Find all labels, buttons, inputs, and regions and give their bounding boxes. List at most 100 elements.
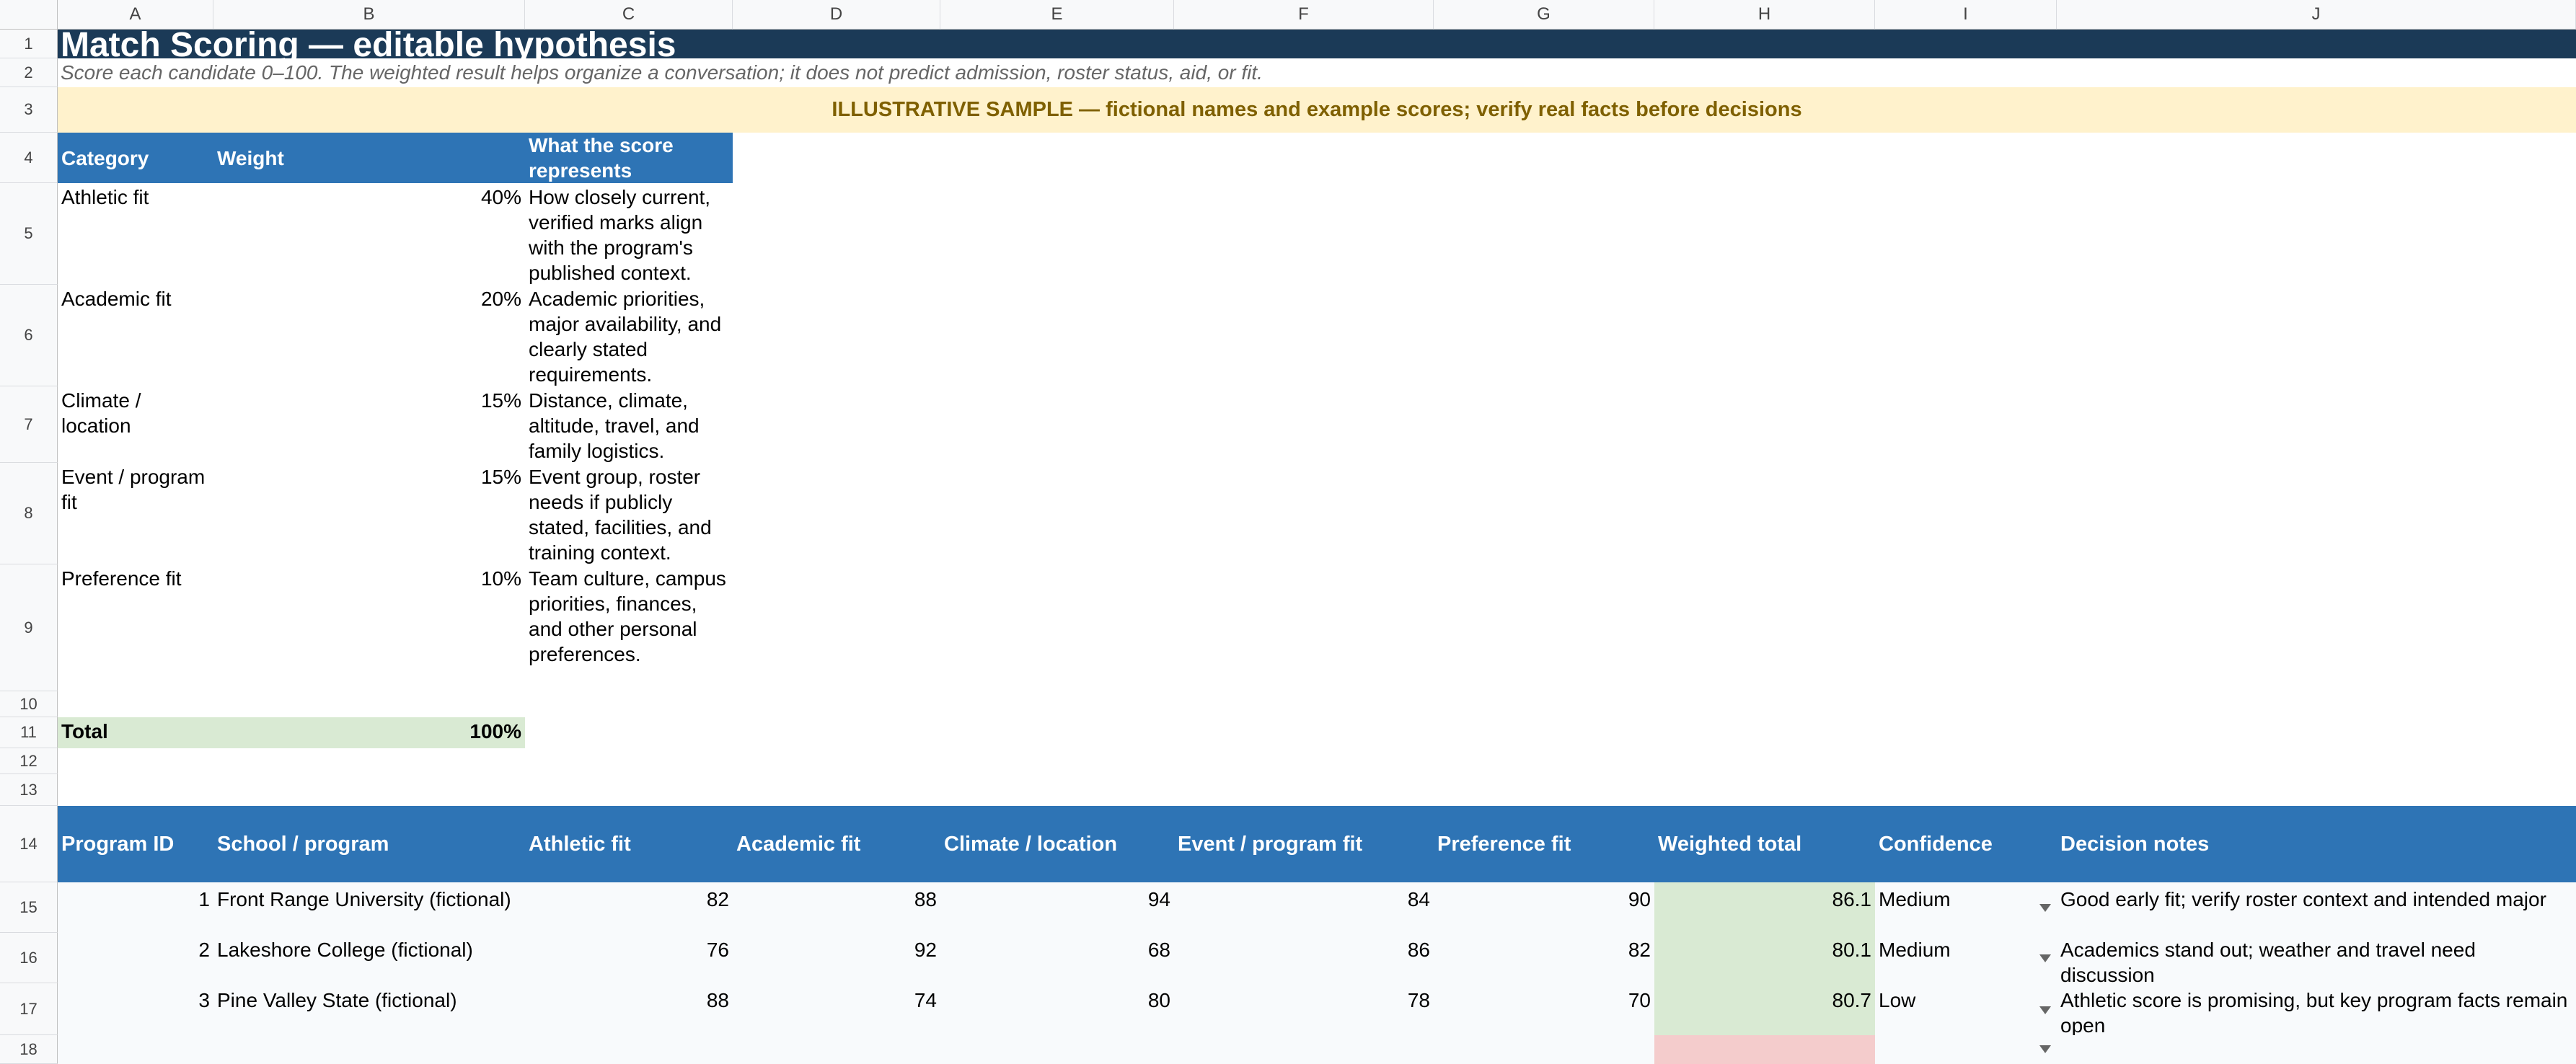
score-3-climate[interactable]: 80: [940, 983, 1174, 1035]
score-1-event[interactable]: 84: [1174, 882, 1434, 933]
score-3-event[interactable]: 78: [1174, 983, 1434, 1035]
column-header-i[interactable]: I: [1875, 0, 2057, 30]
score-1-notes[interactable]: Good early fit; verify roster context an…: [2057, 882, 2576, 933]
row-header-16[interactable]: 16: [0, 933, 58, 983]
weight-desc-academic[interactable]: Academic priorities, major availability,…: [525, 285, 733, 386]
weight-desc-athletic[interactable]: How closely current, verified marks alig…: [525, 183, 733, 285]
column-header-b[interactable]: B: [213, 0, 525, 30]
weight-value-climate[interactable]: 15%: [213, 386, 525, 463]
score-2-confidence[interactable]: Medium: [1875, 933, 2057, 983]
weight-category-preference[interactable]: Preference fit: [58, 564, 213, 691]
score-2-weighted-total[interactable]: 80.1: [1654, 933, 1875, 983]
row-header-5[interactable]: 5: [0, 183, 58, 285]
score-3-confidence[interactable]: Low: [1875, 983, 2057, 1035]
scores-header-academic[interactable]: Academic fit: [733, 806, 940, 882]
score-1-weighted-total[interactable]: 86.1: [1654, 882, 1875, 933]
score-1-id[interactable]: 1: [58, 882, 213, 933]
weight-value-preference[interactable]: 10%: [213, 564, 525, 691]
score-3-weighted-total[interactable]: 80.7: [1654, 983, 1875, 1035]
score-3-id[interactable]: 3: [58, 983, 213, 1035]
score-1-academic[interactable]: 88: [733, 882, 940, 933]
score-1-confidence[interactable]: Medium: [1875, 882, 2057, 933]
select-all-corner[interactable]: [0, 0, 58, 30]
dropdown-arrow-icon[interactable]: [2039, 954, 2051, 962]
row-header-15[interactable]: 15: [0, 882, 58, 933]
weight-value-academic[interactable]: 20%: [213, 285, 525, 386]
weight-category-event[interactable]: Event / program fit: [58, 463, 213, 564]
weight-value-event[interactable]: 15%: [213, 463, 525, 564]
scores-header-program-id[interactable]: Program ID: [58, 806, 213, 882]
row-header-4[interactable]: 4: [0, 133, 58, 183]
weight-value-athletic[interactable]: 40%: [213, 183, 525, 285]
weights-header-description[interactable]: What the score represents: [525, 133, 733, 183]
score-3-notes[interactable]: Athletic score is promising, but key pro…: [2057, 983, 2576, 1035]
column-header-h[interactable]: H: [1654, 0, 1875, 30]
weights-total-value[interactable]: 100%: [213, 717, 525, 748]
score-3-athletic[interactable]: 88: [525, 983, 733, 1035]
row-header-10[interactable]: 10: [0, 691, 58, 717]
score-2-id[interactable]: 2: [58, 933, 213, 983]
row-header-6[interactable]: 6: [0, 285, 58, 386]
column-header-f[interactable]: F: [1174, 0, 1434, 30]
row-header-3[interactable]: 3: [0, 87, 58, 133]
row-header-14[interactable]: 14: [0, 806, 58, 882]
row-header-11[interactable]: 11: [0, 717, 58, 748]
weights-header-category[interactable]: Category: [58, 133, 213, 183]
column-header-d[interactable]: D: [733, 0, 940, 30]
dropdown-arrow-icon[interactable]: [2039, 1006, 2051, 1014]
row-header-9[interactable]: 9: [0, 564, 58, 691]
scores-header-preference[interactable]: Preference fit: [1434, 806, 1654, 882]
dropdown-arrow-icon[interactable]: [2039, 904, 2051, 912]
weights-total-label[interactable]: Total: [58, 717, 213, 748]
subtitle-cell[interactable]: Score each candidate 0–100. The weighted…: [58, 58, 2576, 87]
row-header-13[interactable]: 13: [0, 774, 58, 806]
scores-header-weighted-total[interactable]: Weighted total: [1654, 806, 1875, 882]
scores-header-climate[interactable]: Climate / location: [940, 806, 1174, 882]
score-1-preference[interactable]: 90: [1434, 882, 1654, 933]
scores-header-athletic[interactable]: Athletic fit: [525, 806, 733, 882]
row-header-18[interactable]: 18: [0, 1035, 58, 1064]
score-2-academic[interactable]: 92: [733, 933, 940, 983]
scores-header-notes[interactable]: Decision notes: [2057, 806, 2576, 882]
score-2-athletic[interactable]: 76: [525, 933, 733, 983]
score-3-school[interactable]: Pine Valley State (fictional): [213, 983, 525, 1035]
score-3-academic[interactable]: 74: [733, 983, 940, 1035]
dropdown-arrow-icon[interactable]: [2039, 1045, 2051, 1053]
row-header-2[interactable]: 2: [0, 58, 58, 87]
score-4-weighted-total[interactable]: [1654, 1035, 1875, 1064]
scores-header-event[interactable]: Event / program fit: [1174, 806, 1434, 882]
column-header-g[interactable]: G: [1434, 0, 1654, 30]
score-2-notes[interactable]: Academics stand out; weather and travel …: [2057, 933, 2576, 983]
subtitle: Score each candidate 0–100. The weighted…: [61, 61, 1263, 84]
score-1-climate[interactable]: 94: [940, 882, 1174, 933]
weight-category-athletic[interactable]: Athletic fit: [58, 183, 213, 285]
row-header-12[interactable]: 12: [0, 748, 58, 774]
row-header-1[interactable]: 1: [0, 30, 58, 58]
row-header-7[interactable]: 7: [0, 386, 58, 463]
column-header-c[interactable]: C: [525, 0, 733, 30]
score-1-athletic[interactable]: 82: [525, 882, 733, 933]
score-2-school[interactable]: Lakeshore College (fictional): [213, 933, 525, 983]
illustrative-banner[interactable]: ILLUSTRATIVE SAMPLE — fictional names an…: [58, 87, 2576, 133]
weights-header-weight[interactable]: Weight: [213, 133, 525, 183]
weight-desc-preference[interactable]: Team culture, campus priorities, finance…: [525, 564, 733, 691]
weight-desc-event[interactable]: Event group, roster needs if publicly st…: [525, 463, 733, 564]
column-header-e[interactable]: E: [940, 0, 1174, 30]
column-header-j[interactable]: J: [2057, 0, 2576, 30]
score-1-school[interactable]: Front Range University (fictional): [213, 882, 525, 933]
score-2-event[interactable]: 86: [1174, 933, 1434, 983]
scores-header-school[interactable]: School / program: [213, 806, 525, 882]
score-3-preference[interactable]: 70: [1434, 983, 1654, 1035]
weight-category-climate[interactable]: Climate / location: [58, 386, 213, 463]
banner-text: ILLUSTRATIVE SAMPLE — fictional names an…: [832, 98, 1802, 121]
weight-category-academic[interactable]: Academic fit: [58, 285, 213, 386]
scores-header-confidence[interactable]: Confidence: [1875, 806, 2057, 882]
score-2-preference[interactable]: 82: [1434, 933, 1654, 983]
column-header-a[interactable]: A: [58, 0, 213, 30]
row-header-17[interactable]: 17: [0, 983, 58, 1035]
weight-desc-climate[interactable]: Distance, climate, altitude, travel, and…: [525, 386, 733, 463]
row-header-8[interactable]: 8: [0, 463, 58, 564]
score-2-climate[interactable]: 68: [940, 933, 1174, 983]
title-bar: Match Scoring — editable hypothesis: [58, 30, 2576, 58]
sheet-title[interactable]: Match Scoring — editable hypothesis: [58, 30, 2576, 58]
